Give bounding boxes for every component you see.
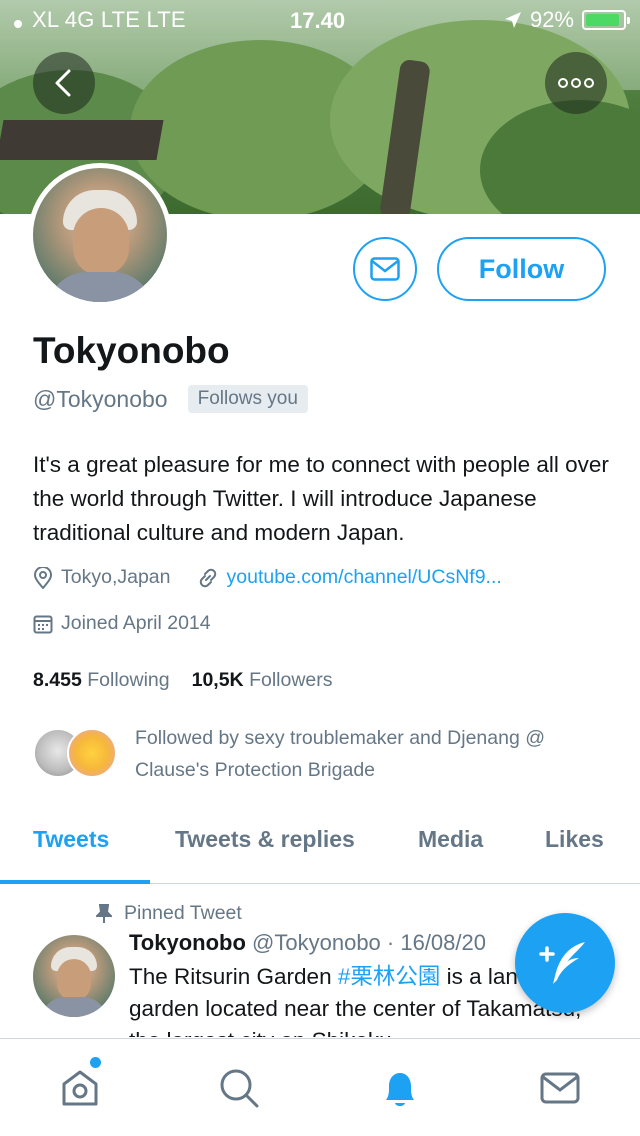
pinned-label-row: Pinned Tweet [96,902,242,925]
chevron-left-icon [55,69,71,97]
followed-by-row[interactable]: Followed by sexy troublemaker and Djenan… [33,722,605,786]
following-count-link[interactable]: 8.455 Following [33,669,170,692]
avatar-face [57,959,91,1001]
tweet-hashtag[interactable]: #栗林公園 [338,964,441,989]
battery-icon [582,10,630,30]
back-button[interactable] [33,52,95,114]
pinned-label: Pinned Tweet [124,902,242,924]
avatar-shirt [47,272,153,302]
tweet-text-start: The Ritsurin Garden [129,964,338,989]
envelope-icon [540,1072,580,1104]
signal-dot [14,20,22,28]
follower-avatar [67,728,117,778]
location-link-row: Tokyo,Japan youtube.com/channel/UCsNf9..… [33,566,502,589]
bell-icon [386,1073,414,1106]
link-icon [197,567,219,589]
tab-tweets-replies[interactable]: Tweets & replies [175,826,355,853]
tweet-author[interactable]: Tokyonobo [129,930,246,955]
tab-tweets[interactable]: Tweets [33,826,109,853]
handle-row: @Tokyonobo Follows you [33,385,308,413]
bottom-tab-bar [0,1038,640,1136]
tab-home[interactable] [55,1063,105,1113]
joined-row: Joined April 2014 [33,612,211,635]
tab-notifications[interactable] [375,1063,425,1113]
avatar-image [33,168,167,302]
followers-count-link[interactable]: 10,5K Followers [192,669,333,692]
home-icon [62,1070,98,1106]
tab-media[interactable]: Media [418,826,483,853]
status-right: 92% [504,7,630,33]
tweet-header: Tokyonobo @Tokyonobo · 16/08/20 [129,930,529,956]
following-count: 8.455 [33,669,82,691]
profile-handle: @Tokyonobo [33,385,168,412]
status-time: 17.40 [290,8,346,33]
tweet-handle-date: @Tokyonobo · 16/08/20 [252,930,486,955]
more-dots-icon [558,78,594,88]
followed-by-avatars [33,728,117,780]
calendar-icon [33,614,53,634]
tab-search[interactable] [214,1063,264,1113]
profile-avatar[interactable] [28,163,172,307]
followed-by-text: Followed by sexy troublemaker and Djenan… [135,727,546,781]
follows-you-badge: Follows you [187,385,308,413]
profile-name: Tokyonobo [33,330,230,371]
location-arrow-icon [504,12,521,28]
battery-percent: 92% [529,7,574,32]
avatar-shirt [41,997,107,1017]
tab-likes[interactable]: Likes [545,826,604,853]
location-text: Tokyo,Japan [61,566,171,588]
compose-tweet-button[interactable] [515,913,615,1013]
followers-count: 10,5K [191,669,244,691]
profile-link[interactable]: youtube.com/channel/UCsNf9... [227,566,502,589]
active-tab-indicator [0,880,150,884]
joined-text: Joined April 2014 [61,612,211,634]
followers-label: Followers [249,669,333,691]
follow-button[interactable]: Follow [437,237,606,301]
message-button[interactable] [353,237,417,301]
profile-bio: It's a great pleasure for me to connect … [33,452,609,545]
more-options-button[interactable] [545,52,607,114]
banner-roof [0,120,164,160]
search-icon [220,1069,259,1108]
following-label: Following [87,669,170,691]
tab-messages[interactable] [535,1063,585,1113]
follow-counts: 8.455 Following 10,5K Followers [33,669,333,692]
pin-icon [96,903,112,923]
profile-tabs: Tweets Tweets & replies Media Likes [0,812,640,884]
status-bar: XL 4G LTE LTE 17.40 92% [0,0,640,40]
battery-fill [586,14,620,26]
compose-tweet-icon [539,942,585,984]
location-pin-icon [33,566,53,589]
avatar-face [73,208,129,276]
tweet-avatar[interactable] [33,935,115,1017]
mail-icon [370,257,400,281]
carrier-label: XL 4G LTE LTE [32,7,186,32]
